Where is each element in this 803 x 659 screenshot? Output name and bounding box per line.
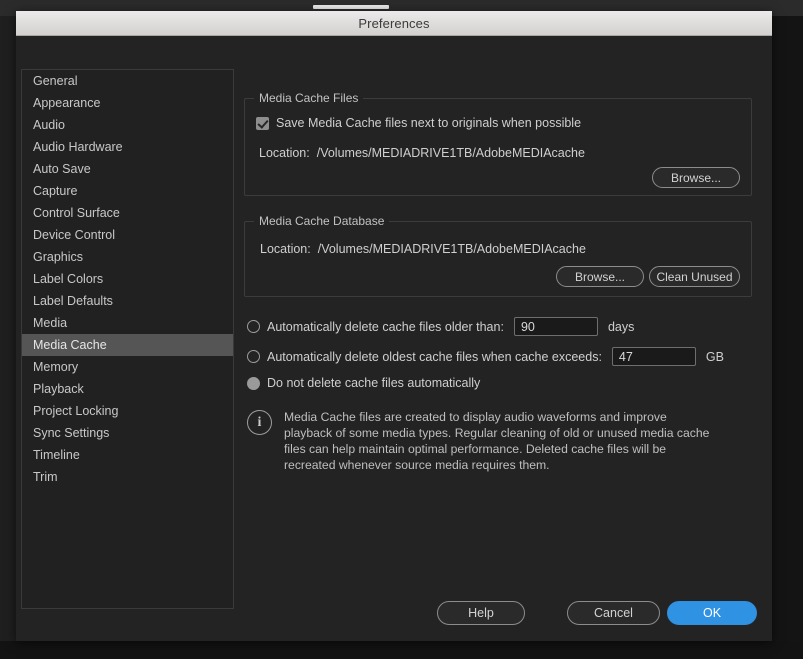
- dialog-titlebar: Preferences: [16, 11, 772, 36]
- media-cache-files-group-title: Media Cache Files: [254, 91, 364, 105]
- background-bottom-strip: [0, 641, 803, 659]
- media-cache-files-location-path: /Volumes/MEDIADRIVE1TB/AdobeMEDIAcache: [316, 146, 585, 160]
- radio-icon-do-not-delete[interactable]: [247, 376, 260, 390]
- sidebar-item-label-colors[interactable]: Label Colors: [22, 268, 233, 290]
- media-cache-database-location: Location: /Volumes/MEDIADRIVE1TB/AdobeMED…: [260, 242, 586, 256]
- info-block: i Media Cache files are created to displ…: [247, 409, 747, 473]
- save-next-to-originals-row[interactable]: Save Media Cache files next to originals…: [256, 116, 581, 130]
- delete-older-than-days-input[interactable]: [513, 317, 598, 336]
- days-unit-label: days: [607, 319, 635, 334]
- media-cache-settings-pane: Media Cache Files Save Media Cache files…: [244, 69, 762, 609]
- browse-media-cache-database-button[interactable]: Browse...: [556, 266, 644, 287]
- screen: Preferences General Appearance Audio Aud…: [0, 0, 803, 659]
- info-description-text: Media Cache files are created to display…: [284, 410, 710, 472]
- sidebar-item-media-cache[interactable]: Media Cache: [22, 334, 233, 356]
- browse-media-cache-files-button[interactable]: Browse...: [652, 167, 740, 188]
- delete-when-exceeds-label: Automatically delete oldest cache files …: [267, 349, 602, 364]
- sidebar-item-trim[interactable]: Trim: [22, 466, 233, 488]
- dialog-title: Preferences: [358, 15, 430, 31]
- sidebar-item-audio-hardware[interactable]: Audio Hardware: [22, 136, 233, 158]
- info-circle-icon: i: [247, 410, 272, 435]
- checkbox-icon[interactable]: [256, 116, 269, 130]
- media-cache-database-location-path: /Volumes/MEDIADRIVE1TB/AdobeMEDIAcache: [317, 242, 586, 256]
- sidebar-item-media[interactable]: Media: [22, 312, 233, 334]
- dialog-body: General Appearance Audio Audio Hardware …: [16, 36, 772, 641]
- radio-icon-cache-exceeds[interactable]: [247, 350, 260, 363]
- sidebar-item-timeline[interactable]: Timeline: [22, 444, 233, 466]
- sidebar-item-label-defaults[interactable]: Label Defaults: [22, 290, 233, 312]
- radio-icon-older-than[interactable]: [247, 320, 260, 333]
- background-tab-indicator: [313, 5, 389, 9]
- sidebar-item-control-surface[interactable]: Control Surface: [22, 202, 233, 224]
- media-cache-files-location: Location: /Volumes/MEDIADRIVE1TB/AdobeMED…: [259, 146, 585, 160]
- media-cache-files-group: Media Cache Files Save Media Cache files…: [244, 91, 752, 196]
- sidebar-item-device-control[interactable]: Device Control: [22, 224, 233, 246]
- sidebar-item-capture[interactable]: Capture: [22, 180, 233, 202]
- gb-unit-label: GB: [705, 349, 724, 364]
- dialog-footer: Help Cancel OK: [16, 601, 762, 627]
- sidebar-item-general[interactable]: General: [22, 70, 233, 92]
- media-cache-files-location-label: Location:: [259, 146, 310, 160]
- preferences-category-list[interactable]: General Appearance Audio Audio Hardware …: [21, 69, 234, 609]
- sidebar-item-project-locking[interactable]: Project Locking: [22, 400, 233, 422]
- do-not-delete-label: Do not delete cache files automatically: [267, 376, 481, 390]
- delete-older-than-row[interactable]: Automatically delete cache files older t…: [247, 317, 634, 336]
- cancel-button[interactable]: Cancel: [567, 601, 660, 625]
- sidebar-item-appearance[interactable]: Appearance: [22, 92, 233, 114]
- sidebar-item-playback[interactable]: Playback: [22, 378, 233, 400]
- preferences-dialog: Preferences General Appearance Audio Aud…: [16, 11, 772, 641]
- sidebar-item-sync-settings[interactable]: Sync Settings: [22, 422, 233, 444]
- clean-unused-button[interactable]: Clean Unused: [649, 266, 740, 287]
- background-left-strip: [0, 16, 16, 641]
- save-next-to-originals-label: Save Media Cache files next to originals…: [276, 116, 582, 130]
- media-cache-database-group: Media Cache Database Location: /Volumes/M…: [244, 214, 752, 297]
- do-not-delete-row[interactable]: Do not delete cache files automatically: [247, 376, 480, 390]
- sidebar-item-graphics[interactable]: Graphics: [22, 246, 233, 268]
- ok-button[interactable]: OK: [667, 601, 757, 625]
- media-cache-database-group-title: Media Cache Database: [254, 214, 390, 228]
- media-cache-database-location-label: Location:: [260, 242, 311, 256]
- sidebar-item-auto-save[interactable]: Auto Save: [22, 158, 233, 180]
- sidebar-item-audio[interactable]: Audio: [22, 114, 233, 136]
- delete-when-exceeds-row[interactable]: Automatically delete oldest cache files …: [247, 347, 724, 366]
- background-right-strip: [772, 16, 803, 659]
- help-button[interactable]: Help: [437, 601, 525, 625]
- cache-size-limit-input[interactable]: [611, 347, 696, 366]
- sidebar-item-memory[interactable]: Memory: [22, 356, 233, 378]
- delete-older-than-label: Automatically delete cache files older t…: [267, 319, 504, 334]
